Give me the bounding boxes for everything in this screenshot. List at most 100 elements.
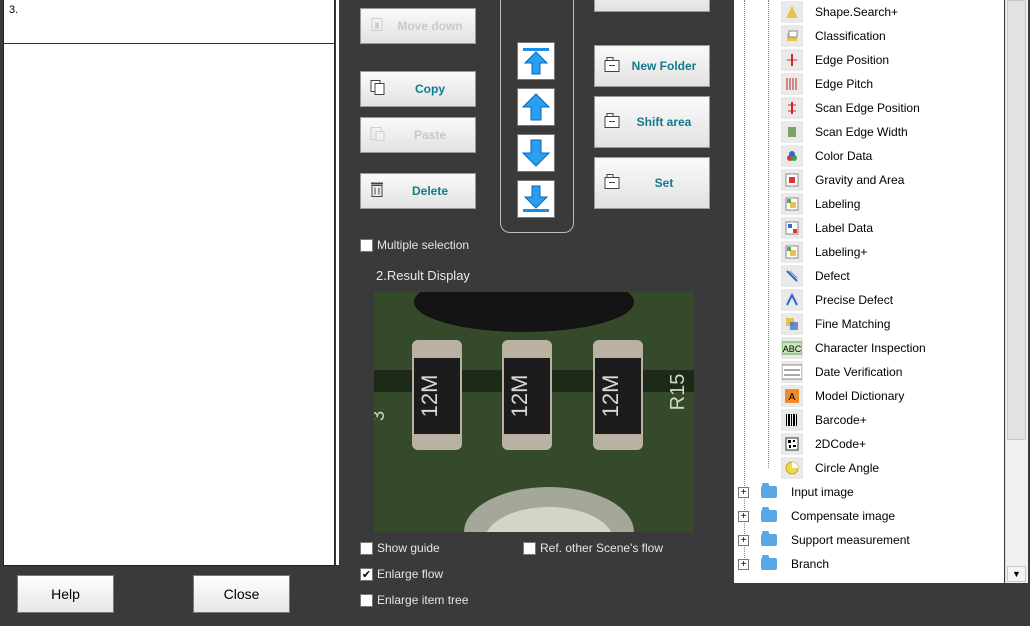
new-folder-button[interactable]: New Folder [594,45,710,87]
tree-folder-compensate-image[interactable]: + Compensate image [738,504,895,528]
tree-item-2dcode[interactable]: 2DCode+ [781,432,866,456]
arrow-up-icon [521,93,551,121]
close-button[interactable]: Close [193,575,290,613]
move-down-label: Move down [397,19,463,33]
component-label-3: 12M [598,375,623,418]
enlarge-flow-checkbox[interactable]: ✔ [360,568,373,581]
move-to-top-button[interactable] [517,42,555,80]
help-button[interactable]: Help [17,575,114,613]
shift-area-icon [604,113,622,132]
tree-scrollbar-thumb[interactable] [1007,0,1026,440]
enlarge-flow-label: Enlarge flow [377,567,444,581]
folder-icon [761,483,777,498]
tree-item-gravity-area[interactable]: Gravity and Area [781,168,904,192]
board-label-3: 3 [374,411,388,421]
2dcode-icon [781,433,803,455]
show-guide-label: Show guide [377,541,440,555]
tree-item-fine-matching[interactable]: Fine Matching [781,312,890,336]
shift-area-label: Shift area [636,115,692,129]
tree-item-color-data[interactable]: Color Data [781,144,872,168]
tree-item-labeling[interactable]: Labeling [781,192,860,216]
multiple-selection-label: Multiple selection [377,238,470,252]
shift-area-button[interactable]: Shift area [594,96,710,148]
scan-edge-position-icon [781,97,803,119]
folder-icon [761,531,777,546]
barcode-icon [781,409,803,431]
expand-icon[interactable]: + [738,510,749,522]
delete-button[interactable]: Delete [360,173,476,209]
gravity-area-icon [781,169,803,191]
tree-item-labeling-plus[interactable]: Labeling+ [781,240,867,264]
flow-list[interactable]: 3. [3,0,335,566]
edge-position-icon [781,49,803,71]
trash-icon [370,182,384,201]
expand-icon[interactable]: + [738,558,749,570]
scroll-down-arrow-icon[interactable]: ▼ [1007,566,1026,582]
delete-label: Delete [411,184,449,198]
move-down-icon [370,17,384,36]
expand-icon[interactable]: + [738,486,749,498]
edge-pitch-icon [781,73,803,95]
ref-other-scene-checkbox[interactable] [523,542,536,555]
set-label: Set [654,176,674,190]
enlarge-item-tree-label: Enlarge item tree [377,593,469,607]
tree-item-date-verification[interactable]: Date Verification [781,360,902,384]
label-data-icon [781,217,803,239]
expand-icon[interactable]: + [738,534,749,546]
copy-label: Copy [415,82,445,96]
color-data-icon [781,145,803,167]
paste-label: Paste [413,128,447,142]
scan-edge-width-icon [781,121,803,143]
tree-item-model-dictionary[interactable]: A Model Dictionary [781,384,904,408]
tree-item-classification[interactable]: Classification [781,24,886,48]
tree-item-scan-edge-width[interactable]: Scan Edge Width [781,120,908,144]
top-partial-button[interactable] [594,0,710,12]
board-label-r15: R15 [667,374,689,411]
svg-text:A: A [789,392,796,403]
tree-item-label-data[interactable]: Label Data [781,216,873,240]
circle-angle-icon [781,457,803,479]
tree-branch-line [768,0,769,468]
tree-item-character-inspection[interactable]: ABC Character Inspection [781,336,926,360]
flow-list-edge [336,0,339,565]
date-verification-icon [781,361,803,383]
new-folder-label: New Folder [631,59,697,73]
tree-folder-support-measurement[interactable]: + Support measurement [738,528,910,552]
folder-icon [761,507,777,522]
copy-button[interactable]: Copy [360,71,476,107]
tree-item-shape-search[interactable]: Shape.Search+ [781,0,898,24]
paste-button[interactable]: Paste [360,117,476,153]
multiple-selection-checkbox[interactable] [360,239,373,252]
labeling-plus-icon [781,241,803,263]
shape-search-icon [781,1,803,23]
move-to-bottom-icon [523,185,549,212]
move-down-arrow-button[interactable] [517,134,555,172]
set-icon [604,174,622,193]
model-dictionary-icon: A [781,385,803,407]
move-to-top-icon [523,48,549,75]
enlarge-item-tree-checkbox[interactable] [360,594,373,607]
paste-icon [370,126,386,145]
move-down-button[interactable]: Move down [360,8,476,44]
tree-item-defect[interactable]: Defect [781,264,850,288]
preview-title: 2.Result Display [376,268,470,283]
set-button[interactable]: Set [594,157,710,209]
show-guide-checkbox[interactable] [360,542,373,555]
svg-text:ABC: ABC [783,344,802,354]
tree-item-edge-position[interactable]: Edge Position [781,48,889,72]
tree-item-barcode[interactable]: Barcode+ [781,408,867,432]
move-up-button[interactable] [517,88,555,126]
copy-icon [370,80,386,99]
tree-item-precise-defect[interactable]: Precise Defect [781,288,893,312]
flow-row[interactable]: 3. [4,0,334,44]
tree-folder-input-image[interactable]: + Input image [738,480,854,504]
labeling-icon [781,193,803,215]
new-folder-icon [604,57,622,76]
tree-item-circle-angle[interactable]: Circle Angle [781,456,879,480]
tree-item-scan-edge-position[interactable]: Scan Edge Position [781,96,920,120]
precise-defect-icon [781,289,803,311]
tree-folder-branch[interactable]: + Branch [738,552,829,576]
move-to-bottom-button[interactable] [517,180,555,218]
tree-item-edge-pitch[interactable]: Edge Pitch [781,72,873,96]
defect-icon [781,265,803,287]
